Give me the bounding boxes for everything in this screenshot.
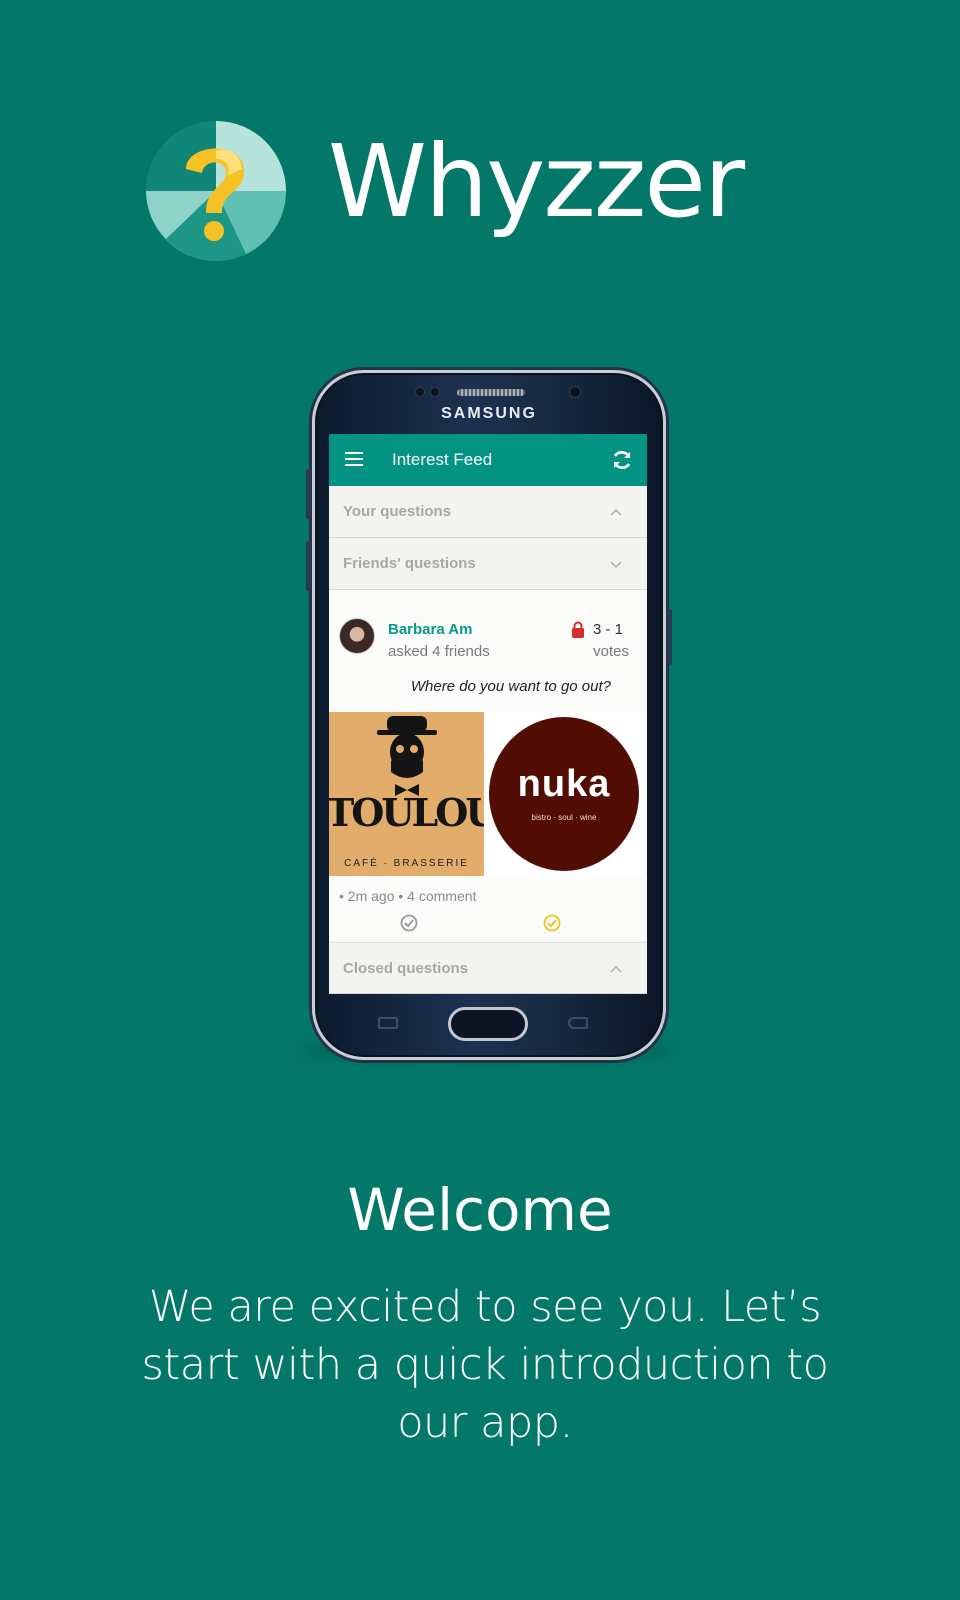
chevron-up-icon xyxy=(610,965,622,973)
app-screen: Interest Feed Your questions Friends' qu… xyxy=(329,434,647,994)
your-questions-section[interactable]: Your questions xyxy=(329,486,647,538)
avatar xyxy=(339,618,375,654)
chevron-down-icon xyxy=(610,561,622,569)
app-title: Whyzzer xyxy=(328,123,745,240)
vote-right-check-icon[interactable] xyxy=(543,914,561,932)
welcome-screen: Whyzzer SAMSUNG Interest Feed Your quest… xyxy=(0,0,960,1600)
lock-icon xyxy=(572,621,584,638)
back-key-icon xyxy=(568,1017,588,1029)
question-meta: • 2m ago • 4 comment xyxy=(339,888,477,904)
author-subtitle: asked 4 friends xyxy=(388,643,490,660)
option-left-sub: CAFÉ · BRASSERIE xyxy=(344,858,469,869)
chevron-up-icon xyxy=(610,508,622,516)
vote-left-check-icon[interactable] xyxy=(400,914,418,932)
front-camera xyxy=(569,386,581,398)
question-card[interactable]: Barbara Am asked 4 friends 3 - 1 votes W… xyxy=(329,590,647,940)
welcome-body: We are excited to see you. Let’s start w… xyxy=(141,1282,829,1448)
appbar-title: Interest Feed xyxy=(392,450,493,469)
section-label: Friends' questions xyxy=(343,555,476,572)
option-left-word: TOULOUSE xyxy=(329,790,484,835)
app-bar: Interest Feed xyxy=(329,434,647,486)
vote-score: 3 - 1 xyxy=(593,621,624,638)
author-name[interactable]: Barbara Am xyxy=(388,621,472,638)
sensor-dot xyxy=(415,387,425,397)
earpiece-speaker xyxy=(457,389,525,396)
volume-button xyxy=(306,469,311,519)
device-brand: SAMSUNG xyxy=(441,405,537,422)
nuka-logo-circle: nuka bistro · soul · wine xyxy=(489,717,639,871)
question-mark-logo-icon xyxy=(146,121,286,261)
option-image-toulouse[interactable]: TOULOUSE CAFÉ · BRASSERIE xyxy=(329,712,484,876)
recent-apps-key-icon xyxy=(378,1017,398,1029)
option-image-nuka[interactable]: nuka bistro · soul · wine xyxy=(484,712,644,876)
friends-questions-section[interactable]: Friends' questions xyxy=(329,538,647,590)
section-label: Your questions xyxy=(343,503,452,520)
section-label: Closed questions xyxy=(343,960,469,977)
option-right-word: nuka xyxy=(517,763,611,805)
question-text: Where do you want to go out? xyxy=(410,678,611,695)
hamburger-menu-icon[interactable] xyxy=(345,452,363,468)
vote-label: votes xyxy=(593,643,629,660)
option-right-sub: bistro · soul · wine xyxy=(531,813,597,822)
home-button xyxy=(448,1007,528,1041)
sensor-dot xyxy=(430,387,440,397)
closed-questions-section[interactable]: Closed questions xyxy=(329,942,647,994)
volume-button xyxy=(306,541,311,591)
power-button xyxy=(667,609,672,665)
refresh-icon[interactable] xyxy=(611,449,633,471)
welcome-heading: Welcome xyxy=(347,1176,613,1244)
